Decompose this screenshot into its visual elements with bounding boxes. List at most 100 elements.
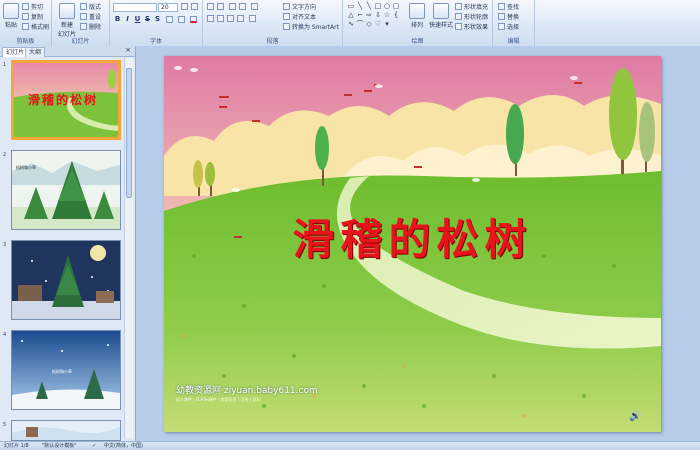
- thumbnail-slide-5[interactable]: [11, 420, 121, 441]
- paragraph-group-label: 段落: [266, 38, 279, 45]
- callout-shape-icon[interactable]: ◇: [365, 21, 373, 28]
- slide-title[interactable]: 滑稽的松树: [164, 206, 661, 267]
- arrow-shape-icon[interactable]: ⇨: [365, 12, 373, 19]
- paste-icon: [3, 3, 19, 19]
- align-center-button[interactable]: [217, 15, 224, 22]
- increase-indent-button[interactable]: [239, 3, 246, 10]
- font-color-button[interactable]: [190, 16, 197, 23]
- line-spacing-button[interactable]: [251, 3, 258, 10]
- shadow-button[interactable]: S: [153, 15, 162, 23]
- decrease-indent-icon: [229, 3, 236, 10]
- align-left-button[interactable]: [207, 15, 214, 22]
- columns-button[interactable]: [249, 15, 256, 22]
- star-shape-icon[interactable]: ☆: [383, 12, 391, 19]
- line-shape-icon[interactable]: ╲: [356, 3, 364, 10]
- numbering-button[interactable]: [217, 3, 224, 10]
- smartart-icon: [283, 23, 290, 30]
- thumbnail-number: 5: [3, 422, 7, 428]
- shape-effects-button[interactable]: 形状效果: [455, 22, 488, 31]
- align-right-button[interactable]: [227, 15, 234, 22]
- thumbnail-5-scene: [12, 421, 120, 440]
- close-panel-icon[interactable]: ×: [125, 46, 131, 54]
- clipboard-group-label: 剪贴板: [16, 38, 35, 45]
- smartart-button[interactable]: 转换为 SmartArt: [283, 22, 339, 31]
- select-button[interactable]: 选择: [498, 22, 519, 31]
- shrink-font-button[interactable]: [191, 3, 198, 10]
- more-shape-icon[interactable]: ▾: [383, 21, 391, 28]
- thumbnail-slide-3[interactable]: [11, 240, 121, 320]
- sound-icon[interactable]: 🔊: [629, 411, 641, 422]
- current-slide[interactable]: 滑稽的松树 幼教资源网 ziyuan.baby611.com 幼儿课件 | FL…: [164, 56, 661, 432]
- numbering-icon: [217, 3, 224, 10]
- reset-button[interactable]: 重设: [80, 12, 101, 21]
- align-text-button[interactable]: 对齐文本: [283, 12, 316, 21]
- char-spacing-button[interactable]: [166, 16, 173, 23]
- thumbnail-title: 松树和小草: [52, 369, 72, 374]
- thumbnail-3-scene: [12, 241, 120, 319]
- slides-group-label: 幻灯片: [71, 38, 90, 45]
- drawing-group: ▭ ╲ ╲ □ ○ ▢ △ ⌐ ⇨ ⇩ ☆ { ∿ ⌒ ◇ ♡ ▾ 排列 快速样…: [343, 0, 493, 46]
- font-color-icon: [190, 16, 197, 23]
- thumbnail-number: 3: [3, 242, 7, 248]
- arrow-shape-icon-2[interactable]: ⇩: [374, 12, 382, 19]
- layout-button[interactable]: 版式: [80, 2, 101, 11]
- thumbnail-slide-2[interactable]: 松树和小草: [11, 150, 121, 230]
- elbow-shape-icon[interactable]: ⌐: [356, 12, 364, 19]
- copy-button[interactable]: 复制: [22, 12, 43, 21]
- bold-button[interactable]: B: [113, 15, 122, 23]
- drawing-group-label: 绘图: [411, 38, 424, 45]
- triangle-shape-icon[interactable]: △: [347, 12, 355, 19]
- replace-icon: [498, 13, 505, 20]
- justify-button[interactable]: [237, 15, 244, 22]
- shape-outline-button[interactable]: 形状轮廓: [455, 12, 488, 21]
- brush-icon: [22, 23, 29, 30]
- editing-group-label: 编辑: [507, 38, 520, 45]
- find-button[interactable]: 查找: [498, 2, 519, 11]
- line-spacing-icon: [251, 3, 258, 10]
- underline-button[interactable]: U: [133, 15, 142, 23]
- bullets-button[interactable]: [207, 3, 214, 10]
- rounded-rect-shape-icon[interactable]: ▢: [392, 3, 400, 10]
- font-name-select[interactable]: [113, 3, 157, 12]
- thumbnail-number: 1: [3, 62, 7, 68]
- align-text-icon: [283, 13, 290, 20]
- font-group: 20 B I U S S 字体: [110, 0, 203, 46]
- change-case-button[interactable]: [178, 16, 185, 23]
- italic-button[interactable]: I: [123, 15, 132, 23]
- thumbnail-slide-4[interactable]: 松树和小草: [11, 330, 121, 410]
- tab-outline[interactable]: 大纲: [25, 47, 46, 57]
- strikethrough-button[interactable]: S: [143, 15, 152, 23]
- decrease-indent-button[interactable]: [229, 3, 236, 10]
- curve-shape-icon[interactable]: ∿: [347, 21, 355, 28]
- grow-font-button[interactable]: [181, 3, 188, 10]
- oval-shape-icon[interactable]: ○: [383, 3, 391, 10]
- ribbon: 粘贴 剪切 复制 格式刷 剪贴板 新建 幻灯片 版式 重设 删除 幻灯片 20 …: [0, 0, 700, 47]
- text-direction-button[interactable]: 文字方向: [283, 2, 316, 11]
- arrange-button[interactable]: 排列: [409, 3, 425, 29]
- format-painter-button[interactable]: 格式刷: [22, 22, 49, 31]
- font-group-label: 字体: [149, 38, 162, 45]
- quick-styles-button[interactable]: 快速样式: [429, 3, 453, 29]
- effects-icon: [455, 23, 462, 30]
- scrollbar-thumb[interactable]: [126, 68, 132, 198]
- thumbnail-number: 4: [3, 332, 7, 338]
- curve-shape-icon-2[interactable]: ⌒: [356, 21, 364, 28]
- new-slide-button[interactable]: 新建 幻灯片: [56, 3, 78, 38]
- quick-styles-icon: [433, 3, 449, 19]
- paste-button[interactable]: 粘贴: [3, 3, 19, 29]
- font-size-select[interactable]: 20: [158, 3, 178, 12]
- shape-fill-button[interactable]: 形状填充: [455, 2, 488, 11]
- thumbnail-slide-1[interactable]: 滑稽的松树: [11, 60, 121, 140]
- rect-shape-icon[interactable]: □: [374, 3, 382, 10]
- textbox-shape-icon[interactable]: ▭: [347, 3, 355, 10]
- line-shape-icon-2[interactable]: ╲: [365, 3, 373, 10]
- cut-button[interactable]: 剪切: [22, 2, 43, 11]
- thumbnail-scrollbar[interactable]: [124, 58, 133, 438]
- replace-button[interactable]: 替换: [498, 12, 519, 21]
- align-left-icon: [207, 15, 214, 22]
- delete-button[interactable]: 删除: [80, 22, 101, 31]
- binoculars-icon: [498, 3, 505, 10]
- brace-shape-icon[interactable]: {: [392, 12, 400, 19]
- layout-icon: [80, 3, 87, 10]
- heart-shape-icon[interactable]: ♡: [374, 21, 382, 28]
